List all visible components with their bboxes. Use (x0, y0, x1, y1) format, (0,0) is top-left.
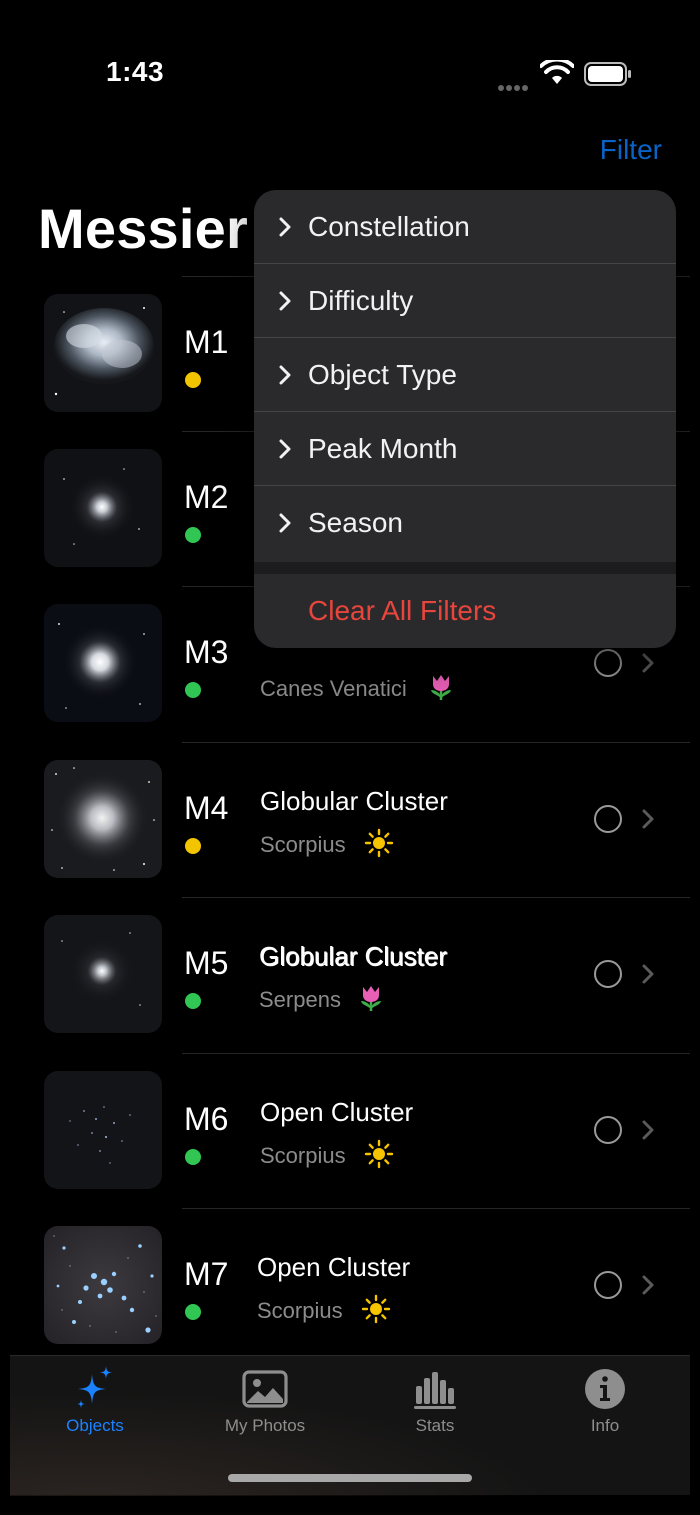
tab-label: My Photos (224, 1416, 306, 1435)
info-circle-icon (585, 1369, 625, 1409)
difficulty-indicator (185, 838, 201, 854)
tab-my-photos[interactable]: My Photos (180, 1356, 350, 1456)
object-constellation: Scorpius (260, 1143, 346, 1168)
chevron-right-icon (642, 1120, 654, 1140)
status-time: 1:43 (106, 56, 165, 87)
object-id: M3 (184, 634, 229, 670)
chevron-right-icon (279, 291, 291, 311)
summer-sun-icon (364, 828, 394, 858)
observed-checkbox[interactable] (594, 960, 622, 988)
object-thumbnail (44, 1071, 162, 1189)
filter-menu-item-season[interactable]: Season (254, 486, 676, 560)
chevron-right-icon (279, 365, 291, 385)
tab-bar: Objects My Photos Stats Info (10, 1355, 690, 1496)
row-divider (182, 897, 690, 898)
filter-menu-item-difficulty[interactable]: Difficulty (254, 264, 676, 338)
tab-label: Info (590, 1416, 620, 1435)
object-constellation: Serpens (259, 987, 341, 1012)
list-item-m5[interactable]: M5 Globular Cluster Serpens (0, 897, 700, 1052)
list-item-m4[interactable]: M4 Globular Cluster Scorpius (0, 742, 700, 897)
clear-all-filters-button[interactable]: Clear All Filters (254, 574, 676, 648)
list-item-m6[interactable]: M6 Open Cluster Scorpius (0, 1053, 700, 1208)
object-type: Globular Cluster (260, 786, 448, 816)
summer-sun-icon (361, 1294, 391, 1324)
object-thumbnail (44, 760, 162, 878)
tab-label: Objects (66, 1416, 124, 1435)
summer-sun-icon (364, 1139, 394, 1169)
filter-menu-label: Season (308, 507, 403, 538)
row-divider (182, 742, 690, 743)
difficulty-indicator (185, 682, 201, 698)
observed-checkbox[interactable] (594, 805, 622, 833)
object-thumbnail (44, 1226, 162, 1344)
object-id: M7 (184, 1256, 229, 1292)
chevron-right-icon (279, 439, 291, 459)
page-title: Messier (38, 197, 248, 260)
object-id: M6 (184, 1101, 229, 1137)
object-type: Open Cluster (260, 1097, 414, 1127)
object-thumbnail (44, 915, 162, 1033)
filter-menu: Constellation Difficulty Object Type Pea… (254, 190, 676, 648)
filter-menu-label: Difficulty (308, 285, 414, 316)
filter-menu-item-peak-month[interactable]: Peak Month (254, 412, 676, 486)
filter-menu-label: Object Type (308, 359, 457, 390)
object-id: M2 (184, 479, 229, 515)
object-type: Globular Cluster (259, 941, 447, 971)
observed-checkbox[interactable] (594, 1116, 622, 1144)
cellular-signal-icon (498, 78, 532, 91)
filter-menu-item-constellation[interactable]: Constellation (254, 190, 676, 264)
filter-menu-label: Peak Month (308, 433, 458, 464)
observed-checkbox[interactable] (594, 649, 622, 677)
photo-icon (242, 1370, 288, 1408)
row-divider (182, 1053, 690, 1054)
sparkles-icon (77, 1366, 112, 1408)
object-id: M1 (184, 324, 229, 360)
spring-tulip-icon (361, 986, 381, 1011)
menu-section-gap (254, 562, 676, 574)
status-bar: 1:43 (0, 0, 700, 150)
object-constellation: Canes Venatici (260, 676, 407, 701)
filter-menu-item-object-type[interactable]: Object Type (254, 338, 676, 412)
battery-icon (584, 62, 631, 86)
object-thumbnail (44, 294, 162, 412)
spring-tulip-icon (431, 675, 451, 700)
difficulty-indicator (185, 1149, 201, 1165)
wifi-icon (540, 60, 574, 84)
chevron-right-icon (642, 964, 654, 984)
chevron-right-icon (642, 809, 654, 829)
difficulty-indicator (185, 1304, 201, 1320)
home-indicator (228, 1474, 472, 1482)
chevron-right-icon (642, 1275, 654, 1295)
chevron-right-icon (642, 653, 654, 673)
difficulty-indicator (185, 527, 201, 543)
object-id: M5 (184, 945, 229, 981)
tab-label: Stats (415, 1416, 455, 1435)
tab-objects[interactable]: Objects (10, 1356, 180, 1456)
object-constellation: Scorpius (260, 832, 346, 857)
object-id: M4 (184, 790, 229, 826)
chevron-right-icon (279, 217, 291, 237)
tab-info[interactable]: Info (520, 1356, 690, 1456)
object-constellation: Scorpius (257, 1298, 343, 1323)
difficulty-indicator (185, 993, 201, 1009)
tab-stats[interactable]: Stats (350, 1356, 520, 1456)
filter-menu-label: Constellation (308, 211, 470, 242)
object-type: Open Cluster (257, 1252, 411, 1282)
object-thumbnail (44, 604, 162, 722)
difficulty-indicator (185, 372, 201, 388)
list-item-m7[interactable]: M7 Open Cluster Scorpius (0, 1208, 700, 1363)
chevron-right-icon (279, 513, 291, 533)
row-divider (182, 1208, 690, 1209)
object-thumbnail (44, 449, 162, 567)
chart-bar-icon (414, 1372, 456, 1409)
observed-checkbox[interactable] (594, 1271, 622, 1299)
clear-all-filters-label: Clear All Filters (308, 595, 497, 626)
filter-button[interactable]: Filter (600, 134, 662, 166)
